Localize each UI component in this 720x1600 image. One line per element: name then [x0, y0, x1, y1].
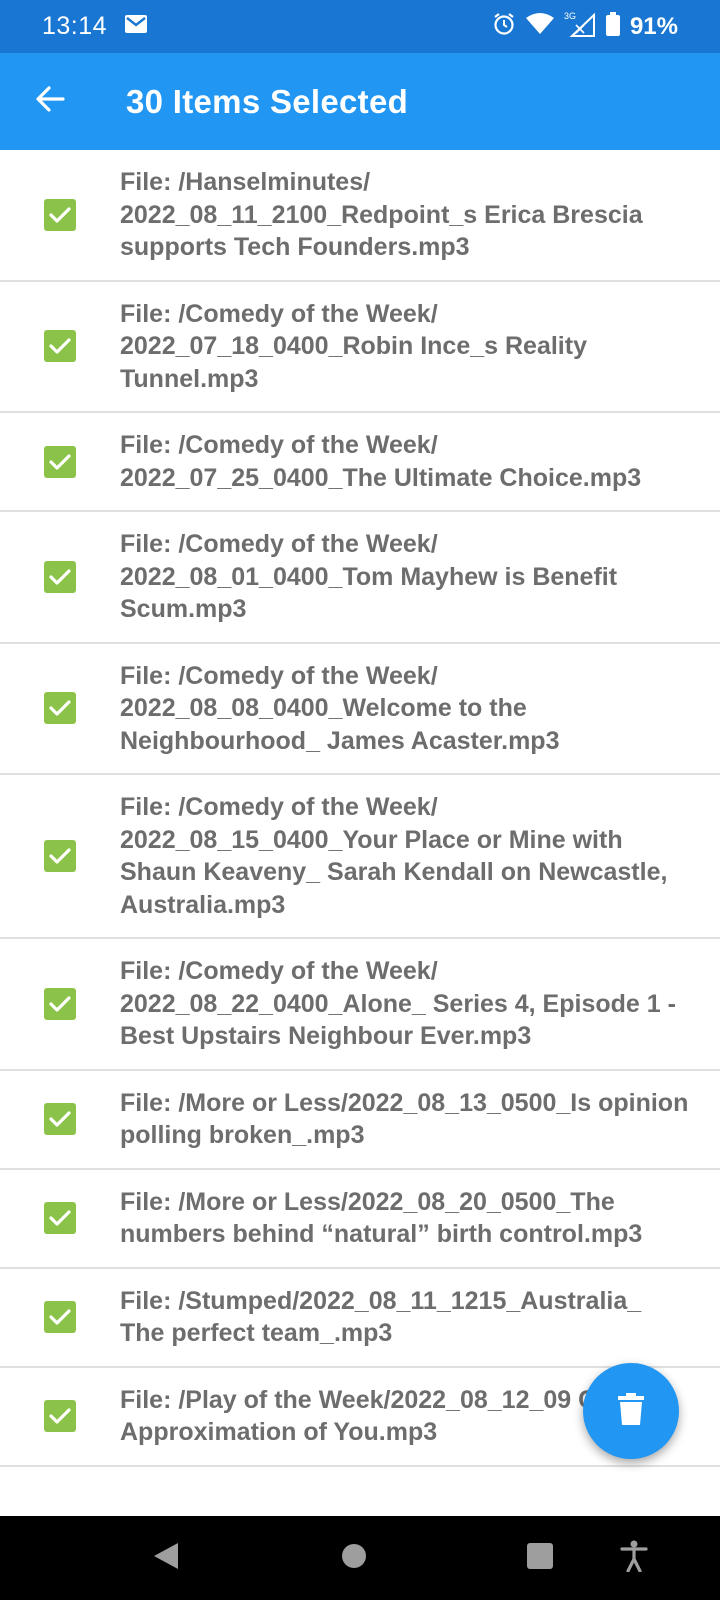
checkbox-cell: [0, 1202, 120, 1234]
checkbox-checked[interactable]: [44, 198, 76, 231]
checkbox-cell: [0, 1301, 120, 1333]
list-item[interactable]: File: /Comedy of the Week/ 2022_08_08_04…: [0, 644, 720, 775]
mail-icon: [125, 15, 148, 38]
checkbox-checked[interactable]: [44, 560, 76, 593]
checkmark-icon: [49, 1210, 71, 1226]
checkbox-checked[interactable]: [44, 1301, 76, 1333]
checkmark-icon: [49, 1309, 71, 1325]
app-bar: 30 Items Selected: [0, 53, 720, 150]
list-item-label: File: /Comedy of the Week/ 2022_08_01_04…: [120, 530, 618, 623]
status-time: 13:14: [42, 12, 108, 40]
list-item[interactable]: File: /Comedy of the Week/ 2022_08_01_04…: [0, 512, 720, 644]
arrow-left-icon: [35, 86, 65, 117]
checkmark-icon: [49, 1408, 71, 1424]
checkmark-icon: [49, 338, 71, 354]
list-item[interactable]: File: /Comedy of the Week/ 2022_08_15_04…: [0, 775, 720, 939]
checkbox-checked[interactable]: [44, 445, 76, 478]
list-item[interactable]: File: /Comedy of the Week/ 2022_07_18_04…: [0, 282, 720, 413]
checkbox-checked[interactable]: [44, 987, 76, 1020]
alarm-icon: [492, 12, 516, 41]
checkmark-icon: [49, 848, 71, 864]
checkmark-icon: [49, 1111, 71, 1127]
list-item-label: File: /More or Less/2022_08_20_0500_The …: [120, 1187, 643, 1249]
list-item[interactable]: File: /More or Less/2022_08_13_0500_Is o…: [0, 1071, 720, 1170]
wifi-icon: [525, 13, 554, 40]
nav-recents-button[interactable]: [520, 1538, 560, 1578]
list-item-label: File: /More or Less/2022_08_13_0500_Is o…: [120, 1088, 689, 1150]
checkbox-cell: [0, 1400, 120, 1432]
page-title: 30 Items Selected: [126, 82, 409, 120]
delete-button[interactable]: [583, 1363, 679, 1459]
list-item-label: File: /Comedy of the Week/ 2022_08_22_04…: [120, 957, 676, 1050]
checkmark-icon: [49, 700, 71, 716]
battery-percent: 91%: [629, 12, 678, 40]
checkbox-cell: [0, 445, 120, 478]
checkbox-cell: [0, 560, 120, 593]
checkbox-cell: [0, 987, 120, 1020]
signal-3g-icon: 3G: [564, 11, 596, 42]
list-item-label: File: /Comedy of the Week/ 2022_08_15_04…: [120, 793, 668, 919]
list-item[interactable]: File: /More or Less/2022_08_20_0500_The …: [0, 1170, 720, 1269]
status-bar: 13:14 3G 91%: [0, 0, 720, 53]
back-triangle-icon: [152, 1541, 180, 1576]
checkbox-cell: [0, 840, 120, 872]
navigation-bar: [0, 1516, 720, 1600]
checkbox-cell: [0, 198, 120, 231]
nav-home-button[interactable]: [334, 1538, 374, 1578]
list-item-label: File: /Comedy of the Week/ 2022_07_25_04…: [120, 431, 642, 492]
list-item[interactable]: File: /Hanselminutes/ 2022_08_11_2100_Re…: [0, 150, 720, 282]
checkbox-cell: [0, 1103, 120, 1135]
list-item[interactable]: File: /Comedy of the Week/ 2022_08_22_04…: [0, 939, 720, 1071]
checkmark-icon: [49, 207, 71, 223]
checkbox-checked[interactable]: [44, 1400, 76, 1432]
checkbox-checked[interactable]: [44, 692, 76, 725]
nav-back-button[interactable]: [146, 1538, 186, 1578]
recents-square-icon: [527, 1542, 553, 1574]
checkmark-icon: [49, 996, 71, 1012]
checkbox-checked[interactable]: [44, 1202, 76, 1234]
checkbox-cell: [0, 330, 120, 363]
checkmark-icon: [49, 569, 71, 585]
battery-icon: [605, 12, 620, 41]
nav-accessibility-button[interactable]: [614, 1538, 654, 1578]
list-item[interactable]: File: /Stumped/2022_08_11_1215_Australia…: [0, 1269, 720, 1368]
list-item-label: File: /Comedy of the Week/ 2022_08_08_04…: [120, 661, 560, 755]
accessibility-icon: [620, 1540, 648, 1577]
file-list[interactable]: File: /Hanselminutes/ 2022_08_11_2100_Re…: [0, 150, 720, 1516]
home-circle-icon: [341, 1543, 367, 1574]
trash-icon: [618, 1392, 644, 1430]
list-item-label: File: /Hanselminutes/ 2022_08_11_2100_Re…: [120, 168, 643, 261]
checkbox-checked[interactable]: [44, 330, 76, 363]
checkbox-checked[interactable]: [44, 1103, 76, 1135]
list-item-label: File: /Stumped/2022_08_11_1215_Australia…: [120, 1286, 642, 1348]
svg-text:3G: 3G: [564, 11, 576, 21]
checkmark-icon: [49, 453, 71, 470]
checkbox-checked[interactable]: [44, 840, 76, 872]
list-item-label: File: /Comedy of the Week/ 2022_07_18_04…: [120, 299, 587, 393]
checkbox-cell: [0, 692, 120, 725]
back-button[interactable]: [0, 53, 100, 150]
list-item[interactable]: File: /Comedy of the Week/ 2022_07_25_04…: [0, 413, 720, 512]
